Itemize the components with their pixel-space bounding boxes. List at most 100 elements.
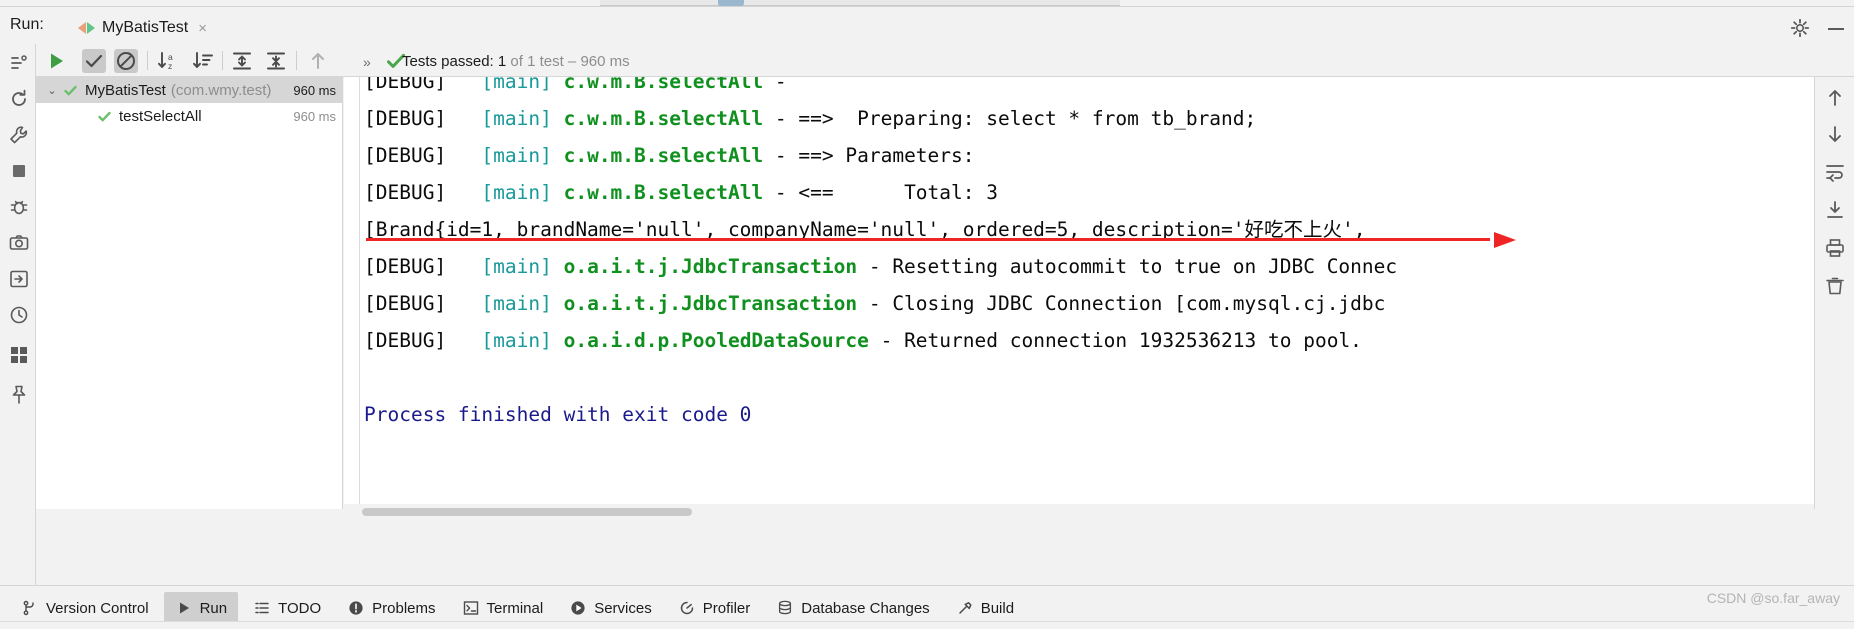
console-segment: [main] (481, 181, 564, 204)
console-segment: [DEBUG] (364, 329, 482, 352)
camera-icon[interactable] (8, 232, 30, 254)
test-tree-row-class[interactable]: ⌄ MyBatisTest (com.wmy.test) 960 ms (36, 77, 342, 103)
restart-icon[interactable] (8, 88, 30, 110)
terminal-icon (462, 599, 480, 617)
console-segment: c.w.m.B.selectAll (563, 144, 764, 167)
console-line (364, 359, 1397, 396)
console-line: [DEBUG] [main] o.a.i.d.p.PooledDataSourc… (364, 322, 1397, 359)
profiler-icon (678, 599, 696, 617)
debug-bug-icon[interactable] (8, 196, 30, 218)
scroll-to-end-icon[interactable] (1824, 199, 1846, 221)
soft-wrap-icon[interactable] (1824, 161, 1846, 183)
tool-window-button-terminal[interactable]: Terminal (451, 592, 555, 625)
console-segment: [main] (481, 77, 564, 93)
console-segment: [main] (481, 107, 564, 130)
test-status-detail: of 1 test – 960 ms (506, 53, 630, 70)
arrow-down-icon[interactable] (1824, 123, 1846, 145)
pin-icon[interactable] (8, 384, 30, 406)
gear-icon[interactable] (1790, 18, 1810, 38)
database-changes-icon (776, 599, 794, 617)
console-segment: Process finished with exit code 0 (364, 403, 752, 426)
annotation-arrowhead (1494, 232, 1516, 248)
run-label: Run: (10, 16, 44, 33)
annotation-line (366, 238, 1490, 241)
build-hammer-icon (956, 599, 974, 617)
console-segment: o.a.i.t.j.JdbcTransaction (563, 292, 858, 315)
export-icon[interactable] (8, 268, 30, 290)
check-icon[interactable] (82, 49, 106, 73)
no-entry-icon[interactable] (114, 49, 138, 73)
tool-window-button-version-control[interactable]: Version Control (10, 592, 160, 625)
horizontal-scrollbar-thumb[interactable] (362, 508, 692, 516)
todo-list-icon (253, 599, 271, 617)
tool-window-button-services[interactable]: Services (558, 592, 663, 625)
console-segment: - Closing JDBC Connection [com.mysql.cj.… (857, 292, 1386, 315)
editor-splitter-strip (0, 0, 1854, 8)
console-segment: c.w.m.B.selectAll (563, 107, 764, 130)
console-line: [DEBUG] [main] o.a.i.t.j.JdbcTransaction… (364, 285, 1397, 322)
console-segment: - (763, 77, 799, 93)
expand-all-icon[interactable] (230, 49, 254, 73)
console-segment: [main] (481, 292, 564, 315)
status-bar-line (0, 621, 1854, 629)
run-icon[interactable] (44, 49, 68, 73)
console-segment: c.w.m.B.selectAll (563, 77, 764, 93)
top-divider (0, 6, 1854, 7)
print-icon[interactable] (1824, 237, 1846, 259)
console-segment: [DEBUG] (364, 77, 482, 93)
test-tree-row-method[interactable]: testSelectAll 960 ms (36, 103, 342, 129)
console-segment: o.a.i.d.p.PooledDataSource (563, 329, 869, 352)
tool-window-button-todo[interactable]: TODO (242, 592, 332, 625)
run-triangle-icon (175, 599, 193, 617)
tool-window-button-label: Profiler (702, 599, 751, 617)
test-method-name: testSelectAll (119, 107, 202, 125)
services-icon (569, 599, 587, 617)
console-segment: - Resetting autocommit to true on JDBC C… (857, 255, 1398, 278)
arrow-up-icon[interactable] (1824, 87, 1846, 109)
toolbar-separator (222, 51, 223, 70)
tool-window-button-run[interactable]: Run (163, 591, 239, 625)
red-arrow-annotation (366, 232, 1516, 248)
chevron-down-icon[interactable]: ⌄ (44, 84, 60, 97)
stop-icon[interactable] (8, 160, 30, 182)
tool-window-button-label: Problems (372, 599, 436, 617)
close-icon[interactable]: × (198, 20, 207, 37)
console-text: [DEBUG] [main] c.w.m.B.selectAll - [DEBU… (364, 77, 1397, 433)
minimize-icon[interactable] (1826, 18, 1846, 38)
tool-window-button-problems[interactable]: Problems (336, 592, 446, 625)
run-tab-mybatistest[interactable]: MyBatisTest × (72, 12, 213, 44)
branch-icon (21, 599, 39, 617)
sort-by-duration-icon[interactable] (191, 49, 215, 73)
collapse-all-icon[interactable] (264, 49, 288, 73)
history-icon[interactable] (8, 304, 30, 326)
console-right-gutter (1814, 77, 1854, 509)
chevron-double-right-icon[interactable]: » (363, 54, 371, 70)
console-line: [DEBUG] [main] o.a.i.t.j.JdbcTransaction… (364, 248, 1397, 285)
tool-window-button-database-changes[interactable]: Database Changes (765, 592, 940, 625)
tool-window-button-profiler[interactable]: Profiler (667, 592, 762, 625)
console-line: [DEBUG] [main] c.w.m.B.selectAll - <== T… (364, 174, 1397, 211)
grid-icon[interactable] (8, 344, 30, 366)
test-class-name: MyBatisTest (85, 81, 166, 99)
intellij-run-tool-window: Run: MyBatisTest × a z » Tests passed: 1… (0, 0, 1854, 629)
tool-window-button-label: Services (594, 599, 652, 617)
console-segment: [DEBUG] (364, 144, 482, 167)
console-line: [DEBUG] [main] c.w.m.B.selectAll - (364, 77, 1397, 100)
console-segment: [main] (481, 329, 564, 352)
structure-icon[interactable] (8, 52, 30, 74)
window-buttons (1790, 18, 1846, 38)
console-segment (364, 366, 376, 389)
test-duration: 960 ms (293, 82, 336, 98)
settings-wrench-icon[interactable] (8, 124, 30, 146)
console-output[interactable]: [DEBUG] [main] c.w.m.B.selectAll - [DEBU… (344, 77, 1814, 509)
left-tool-gutter (0, 44, 36, 585)
console-segment: [main] (481, 255, 564, 278)
arrow-up-icon[interactable] (306, 49, 330, 73)
test-results-tree[interactable]: ⌄ MyBatisTest (com.wmy.test) 960 ms test… (36, 77, 343, 509)
clear-all-icon[interactable] (1824, 275, 1846, 297)
tool-window-button-build[interactable]: Build (945, 592, 1025, 625)
console-segment: c.w.m.B.selectAll (563, 181, 764, 204)
sort-alphabetically-icon[interactable]: az (156, 49, 180, 73)
svg-text:z: z (168, 61, 172, 71)
run-tab-title: MyBatisTest (102, 19, 189, 36)
